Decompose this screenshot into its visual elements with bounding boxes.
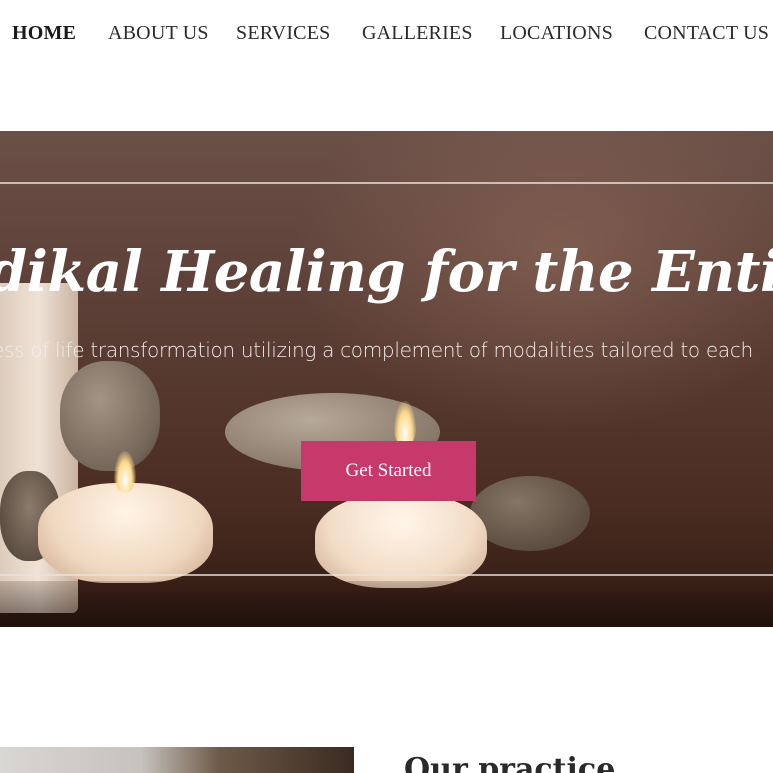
candle-flame-image [114,451,136,493]
practice-image [0,747,354,773]
nav-item-about-us[interactable]: ABOUT US [108,22,209,48]
main-nav: HOME ABOUT US SERVICES GALLERIES LOCATIO… [0,0,773,70]
hero-divider-top [0,182,773,184]
get-started-button[interactable]: Get Started [301,441,476,501]
section-heading: Our practice [404,752,616,773]
table-surface-image [0,581,773,627]
hero-banner: dikal Healing for the Entire S ess of li… [0,131,773,627]
nav-item-galleries[interactable]: GALLERIES [362,22,473,48]
nav-item-services[interactable]: SERVICES [236,22,330,48]
stone-image [470,476,590,551]
stone-image [60,361,160,471]
hero-divider-bottom [0,574,773,576]
hero-subtitle: ess of life transformation utilizing a c… [0,338,753,362]
nav-item-home[interactable]: HOME [12,22,76,48]
nav-item-locations[interactable]: LOCATIONS [500,22,613,48]
candle-image [38,483,213,583]
nav-item-contact-us[interactable]: CONTACT US [644,22,769,48]
hero-title: dikal Healing for the Entire S [0,239,773,305]
